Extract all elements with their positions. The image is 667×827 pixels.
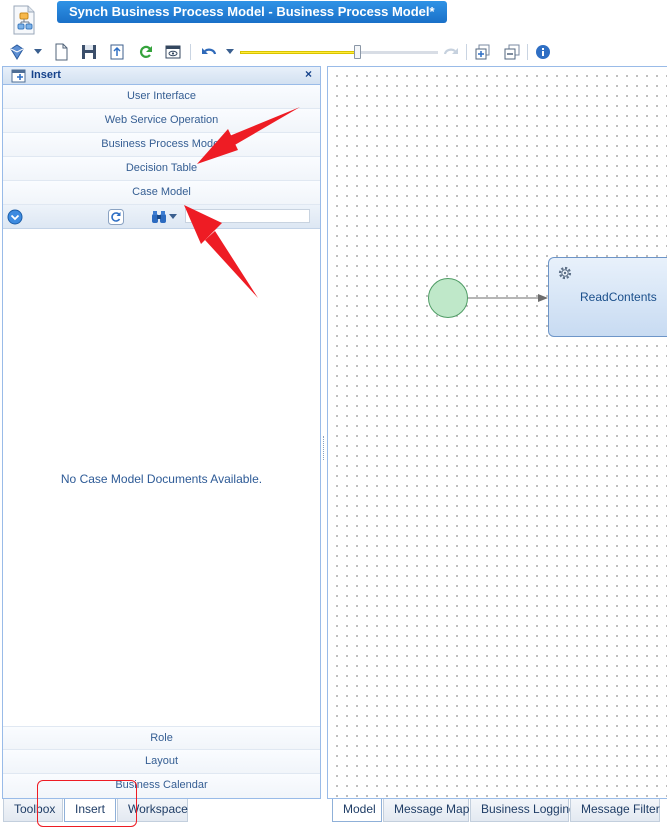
task-readcontents[interactable]: ReadContents: [548, 257, 667, 337]
splitter-grip[interactable]: [323, 436, 325, 460]
redo-icon[interactable]: [442, 43, 460, 61]
refresh-icon[interactable]: [137, 43, 155, 61]
start-event[interactable]: [428, 278, 468, 318]
accordion-item-web-service-operation[interactable]: Web Service Operation: [3, 109, 320, 133]
accordion-item-business-process-model[interactable]: Business Process Model: [3, 133, 320, 157]
document-header: Synch Business Process Model - Business …: [0, 0, 667, 40]
preview-icon[interactable]: [164, 43, 182, 61]
accordion-item-decision-table[interactable]: Decision Table: [3, 157, 320, 181]
case-model-list: No Case Model Documents Available.: [3, 229, 320, 728]
business-process-model-icon: [13, 5, 35, 35]
collapse-icon[interactable]: [7, 209, 23, 225]
accordion-item-layout[interactable]: Layout: [3, 750, 320, 774]
undo-dropdown-icon[interactable]: [225, 43, 235, 61]
sequence-flow-connector[interactable]: [468, 297, 548, 299]
case-model-toolbar: [3, 205, 320, 229]
model-canvas[interactable]: ReadContents: [327, 66, 667, 799]
zoom-slider-fill: [240, 51, 358, 54]
accordion-item-case-model[interactable]: Case Model: [3, 181, 320, 205]
flow-arrowhead-icon: [538, 294, 548, 302]
close-icon[interactable]: ×: [305, 67, 312, 82]
search-options-dropdown-icon[interactable]: [169, 213, 177, 221]
tab-message-filter[interactable]: Message Filter: [570, 799, 660, 822]
save-icon[interactable]: [80, 43, 98, 61]
publish-icon[interactable]: [8, 43, 26, 61]
new-document-icon[interactable]: [52, 43, 70, 61]
task-label: ReadContents: [580, 290, 657, 304]
insert-tab-highlight: [37, 780, 137, 827]
copy-page-icon[interactable]: [503, 43, 521, 61]
accordion-item-role[interactable]: Role: [3, 726, 320, 750]
add-page-icon[interactable]: [474, 43, 492, 61]
search-input[interactable]: [185, 209, 310, 223]
insert-panel-icon: [11, 69, 26, 83]
insert-panel: Insert × User Interface Web Service Oper…: [2, 66, 321, 799]
tab-message-map[interactable]: Message Map: [383, 799, 469, 822]
gear-icon: [558, 266, 572, 280]
undo-icon[interactable]: [200, 43, 218, 61]
editor-toolbar: [0, 40, 667, 66]
insert-panel-title: Insert: [31, 69, 61, 81]
empty-list-message: No Case Model Documents Available.: [60, 471, 263, 486]
tab-model[interactable]: Model: [332, 799, 382, 822]
zoom-slider-track: [358, 51, 438, 54]
document-title-tab[interactable]: Synch Business Process Model - Business …: [57, 1, 447, 23]
info-icon[interactable]: [534, 43, 552, 61]
binoculars-icon[interactable]: [151, 209, 167, 225]
export-icon[interactable]: [108, 43, 126, 61]
tab-business-logging[interactable]: Business Logging: [470, 799, 576, 822]
accordion-item-user-interface[interactable]: User Interface: [3, 85, 320, 109]
publish-dropdown-icon[interactable]: [33, 43, 43, 61]
zoom-slider[interactable]: [240, 45, 438, 59]
zoom-slider-thumb[interactable]: [354, 45, 361, 59]
insert-panel-header: Insert ×: [3, 67, 320, 85]
refresh-list-icon[interactable]: [108, 209, 124, 225]
